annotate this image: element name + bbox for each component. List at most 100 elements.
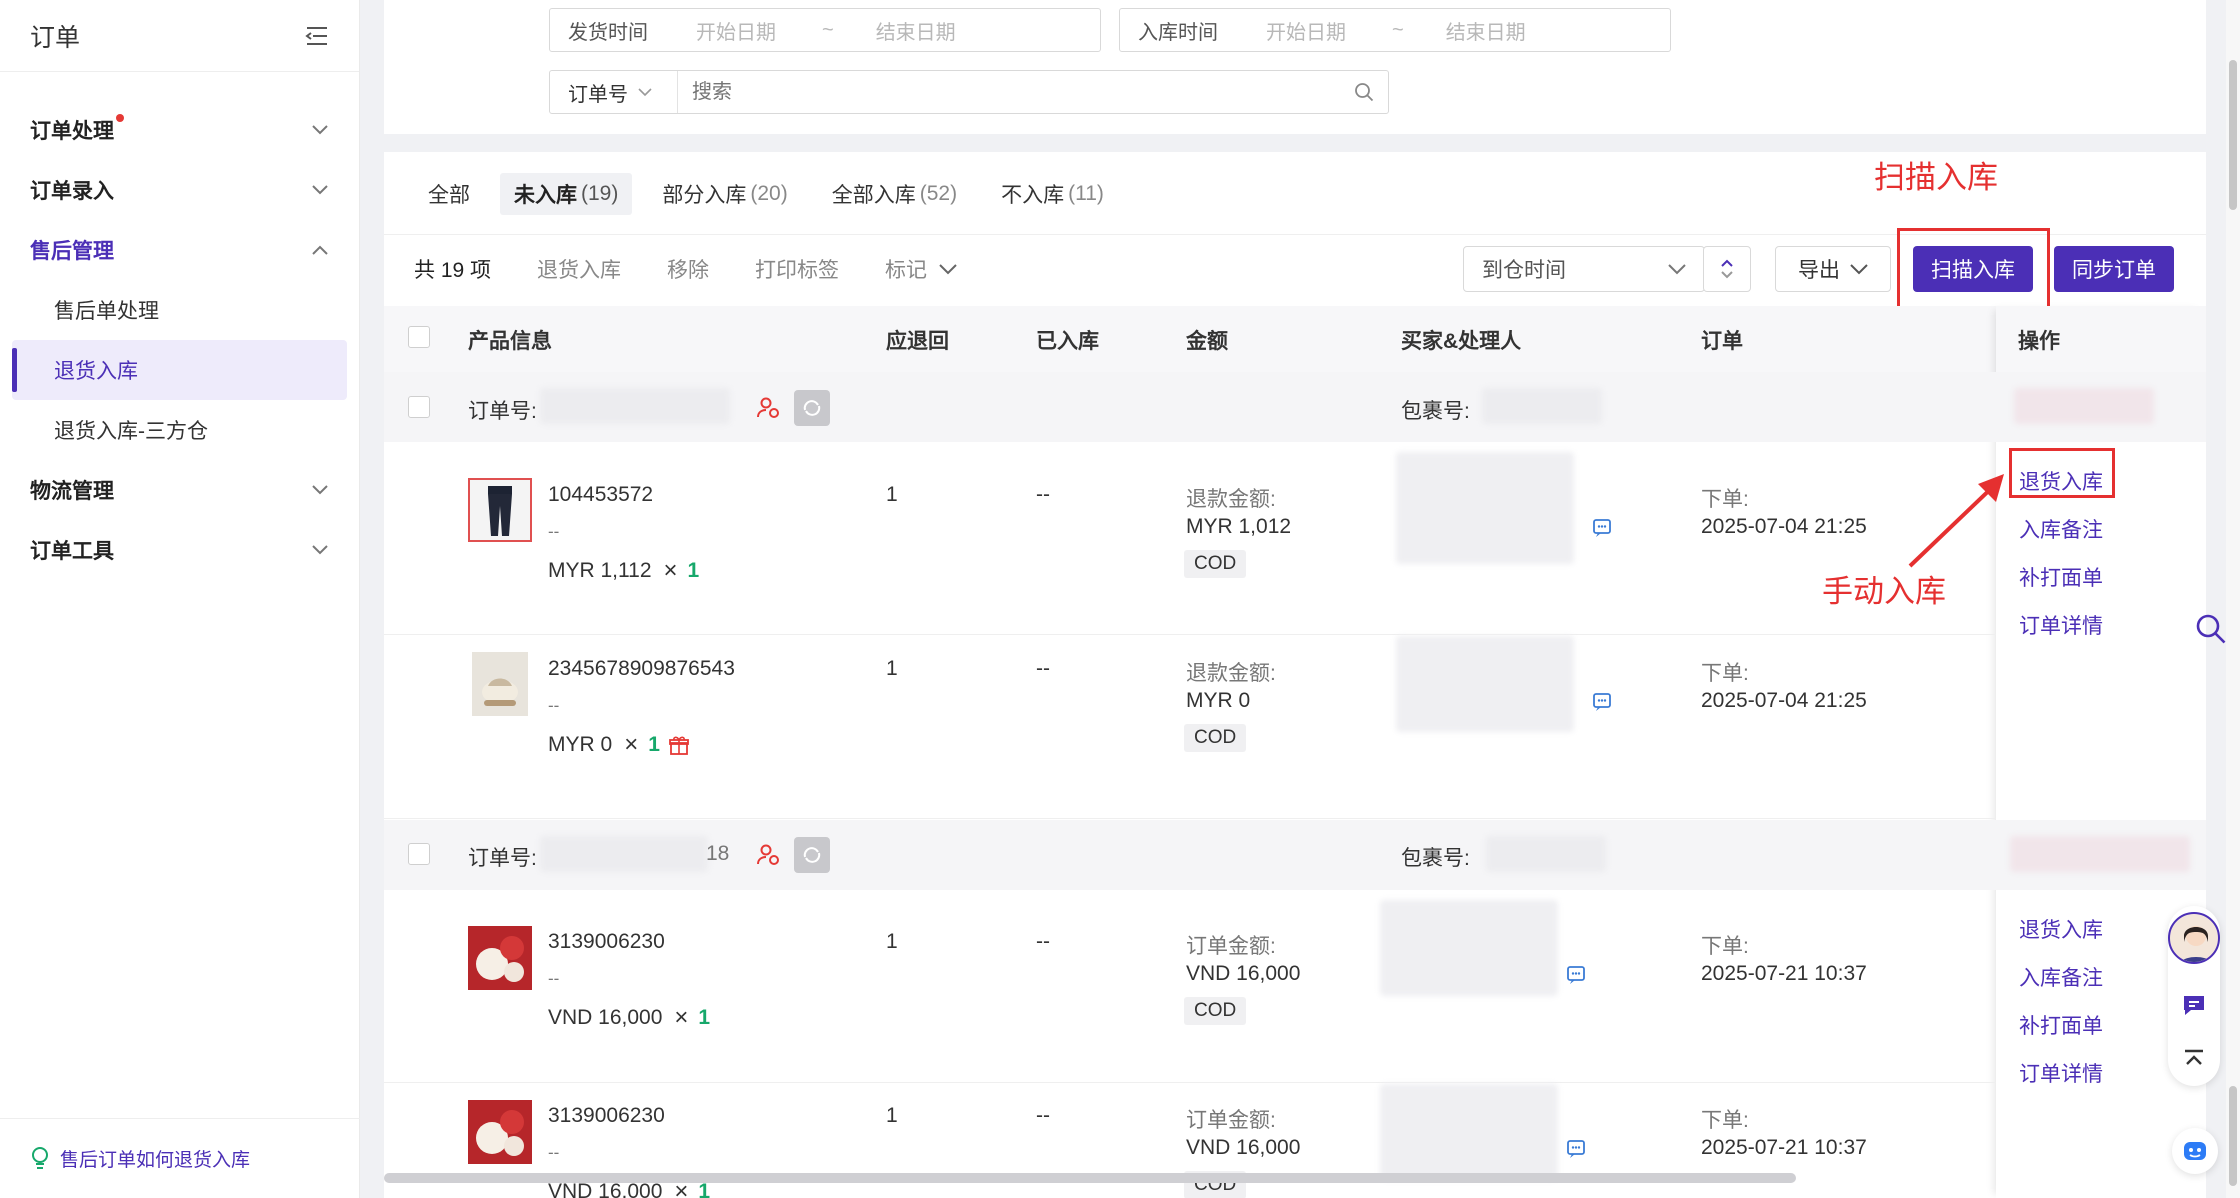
amount-value: MYR 0 [1186, 689, 1251, 712]
product-qty: 1 [648, 733, 660, 756]
search-field-select[interactable]: 订单号 [550, 71, 678, 113]
toolbar: 共 19 项 退货入库 移除 打印标签 标记 [414, 246, 957, 292]
col-should-return: 应退回 [886, 330, 949, 353]
range-separator: ~ [822, 18, 834, 41]
ship-end-date[interactable]: 结束日期 [876, 16, 956, 45]
action-reprint-label[interactable]: 补打面单 [2019, 1010, 2103, 1040]
sort-select[interactable]: 到仓时间 [1463, 246, 1705, 292]
user-icon[interactable] [756, 396, 780, 420]
chevron-down-icon [1668, 263, 1686, 275]
menu-logistics[interactable]: 物流管理 [0, 460, 359, 520]
ship-time-range[interactable]: 发货时间 开始日期 ~ 结束日期 [549, 8, 1101, 52]
support-avatar[interactable] [2168, 912, 2220, 964]
select-all-checkbox[interactable] [408, 326, 430, 348]
product-qty: 1 [687, 559, 700, 582]
sort-order-toggle[interactable] [1703, 246, 1751, 292]
order-time-label: 下单: [1701, 662, 1749, 685]
submenu-label: 退货入库-三方仓 [54, 420, 208, 443]
product-thumbnail[interactable] [468, 926, 532, 990]
annotation-box [1897, 228, 2050, 310]
product-price: MYR 1,112 [548, 559, 652, 582]
menu-order-tools[interactable]: 订单工具 [0, 520, 359, 580]
order-checkbox[interactable] [408, 396, 430, 418]
submenu-after-sales-orders[interactable]: 售后单处理 [12, 280, 347, 340]
chat-icon[interactable] [1592, 518, 1612, 538]
submenu-return-third-party[interactable]: 退货入库-三方仓 [12, 400, 347, 460]
tab-label: 不入库 [1001, 184, 1065, 207]
stocked-qty: -- [1036, 483, 1050, 506]
col-product: 产品信息 [468, 330, 552, 353]
search-input[interactable] [678, 71, 1354, 113]
menu-order-processing[interactable]: 订单处理 [0, 100, 359, 160]
product-thumbnail[interactable] [468, 1100, 532, 1164]
menu-label: 订单处理 [30, 120, 114, 143]
export-dropdown[interactable]: 导出 [1775, 246, 1891, 292]
chat-icon[interactable] [1592, 692, 1612, 712]
product-thumbnail[interactable] [468, 478, 532, 542]
chevron-down-icon [638, 87, 652, 97]
order-time-label: 下单: [1701, 935, 1749, 958]
chevron-down-icon [311, 124, 329, 136]
sync-orders-button[interactable]: 同步订单 [2054, 246, 2174, 292]
stocked-qty: -- [1036, 930, 1050, 953]
product-sku: 104453572 [548, 483, 654, 506]
action-stock-in-note[interactable]: 入库备注 [2019, 514, 2103, 544]
search-icon[interactable] [1354, 82, 1374, 102]
sort-select-value: 到仓时间 [1482, 259, 1566, 282]
sidebar: 订单 订单处理 订单录入 售后管理 售后单处理 退货入库 退货入库-三方仓 物流… [0, 0, 360, 1198]
mark-dropdown[interactable]: 标记 [885, 254, 957, 284]
submenu-return-stock-in[interactable]: 退货入库 [12, 340, 347, 400]
action-order-details[interactable]: 订单详情 [2019, 610, 2103, 640]
range-separator: ~ [1392, 18, 1404, 41]
tab-partial[interactable]: 部分入库 (20) [648, 173, 801, 215]
total-count: 共 19 项 [414, 259, 492, 282]
chevron-up-icon [311, 244, 329, 256]
buyer-redacted [1396, 452, 1574, 564]
tab-fully-stocked[interactable]: 全部入库 (52) [818, 173, 971, 215]
back-to-top-icon[interactable] [2181, 1046, 2207, 1072]
bulk-remove-button[interactable]: 移除 [667, 254, 709, 284]
user-icon[interactable] [756, 843, 780, 867]
order-checkbox[interactable] [408, 843, 430, 865]
package-no-label: 包裹号: [1401, 847, 1470, 870]
tab-count: (20) [750, 182, 788, 205]
action-order-details[interactable]: 订单详情 [2019, 1058, 2103, 1088]
action-stock-in-note[interactable]: 入库备注 [2019, 962, 2103, 992]
chat-bot-button[interactable] [2172, 1128, 2218, 1174]
order-no-redacted [540, 836, 708, 872]
chat-icon[interactable] [1566, 1139, 1586, 1159]
vertical-scrollbar-thumb-lower[interactable] [2229, 1086, 2237, 1186]
bulk-return-in-button[interactable]: 退货入库 [537, 254, 621, 284]
collapse-menu-icon[interactable] [305, 25, 329, 47]
product-variant: -- [548, 969, 560, 988]
package-no-redacted [1482, 388, 1602, 424]
tab-not-stocked[interactable]: 未入库 (19) [500, 173, 633, 215]
stock-in-start-date[interactable]: 开始日期 [1266, 16, 1346, 45]
stock-in-time-range[interactable]: 入库时间 开始日期 ~ 结束日期 [1119, 8, 1671, 52]
chat-icon[interactable] [1566, 965, 1586, 985]
action-redacted [2014, 388, 2154, 424]
tab-no-stock-in[interactable]: 不入库 (11) [987, 173, 1118, 215]
horizontal-scrollbar[interactable] [384, 1173, 1796, 1183]
vertical-scrollbar-thumb[interactable] [2229, 60, 2237, 210]
table-header [384, 306, 2206, 374]
chevron-down-icon [311, 544, 329, 556]
search-icon[interactable] [2194, 612, 2228, 646]
tab-all[interactable]: 全部 [414, 173, 484, 215]
feedback-icon[interactable] [2181, 992, 2207, 1018]
tab-count: (11) [1068, 182, 1104, 205]
stock-in-end-date[interactable]: 结束日期 [1446, 16, 1526, 45]
tab-label: 未入库 [514, 184, 577, 207]
ship-start-date[interactable]: 开始日期 [696, 16, 776, 45]
export-label: 导出 [1798, 259, 1840, 282]
menu-order-entry[interactable]: 订单录入 [0, 160, 359, 220]
action-return-stock-in[interactable]: 退货入库 [2019, 466, 2103, 496]
print-label-button[interactable]: 打印标签 [755, 254, 839, 284]
sync-icon[interactable] [794, 837, 830, 873]
action-reprint-label[interactable]: 补打面单 [2019, 562, 2103, 592]
action-return-stock-in[interactable]: 退货入库 [2019, 914, 2103, 944]
help-link[interactable]: 售后订单如何退货入库 [0, 1118, 360, 1198]
sync-icon[interactable] [794, 390, 830, 426]
menu-after-sales[interactable]: 售后管理 [0, 220, 359, 280]
product-thumbnail[interactable] [472, 652, 528, 716]
